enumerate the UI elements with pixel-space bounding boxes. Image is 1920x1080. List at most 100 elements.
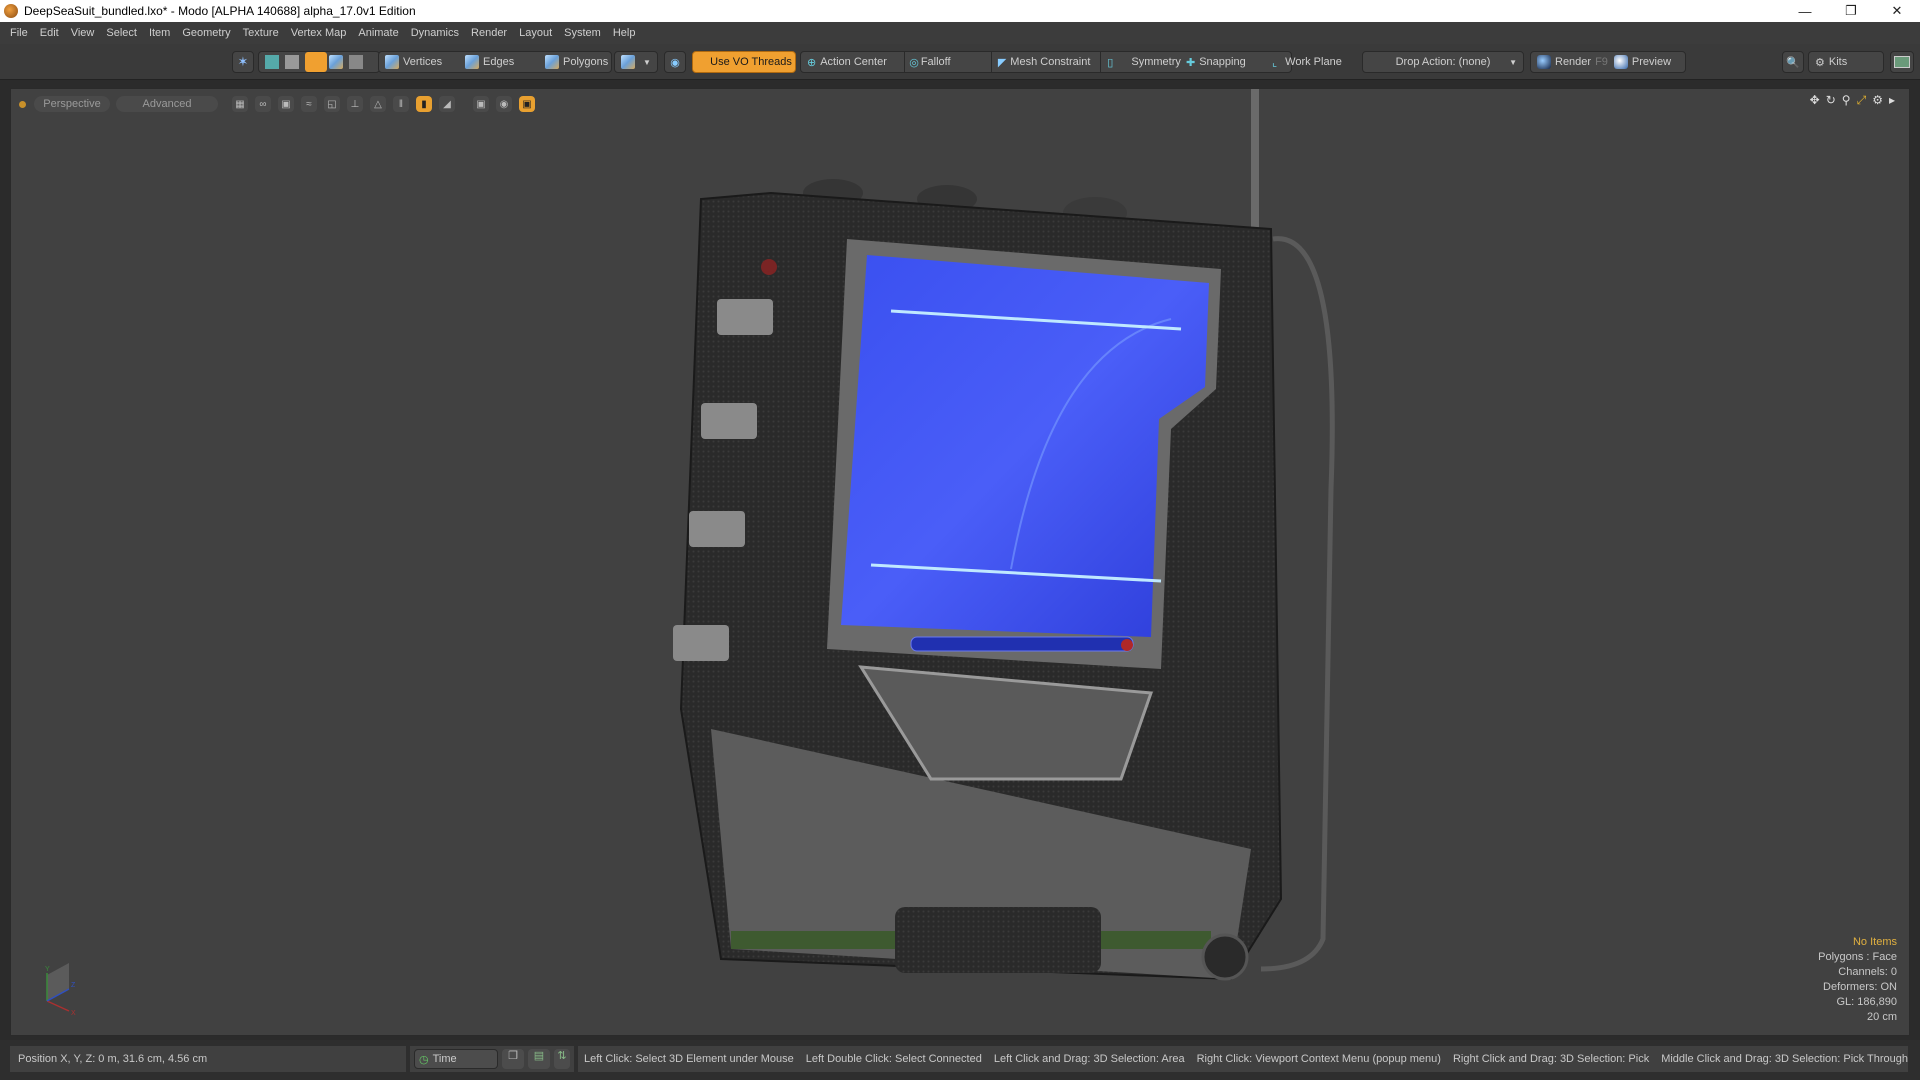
falloff-button[interactable]: Falloff [921, 56, 991, 68]
modo-app-icon [4, 4, 18, 18]
time-label: Time [432, 1053, 457, 1065]
menu-animate[interactable]: Animate [352, 27, 404, 39]
time-button[interactable]: ◷ Time [414, 1049, 498, 1069]
search-tools-button[interactable]: 🔍 [1782, 51, 1804, 73]
close-button[interactable]: ✕ [1874, 0, 1920, 22]
render-sphere-icon [1537, 55, 1551, 69]
auto-select-button[interactable]: ✶ [232, 51, 254, 73]
layout-toggle-button[interactable] [1890, 51, 1914, 73]
preview-button[interactable]: Preview [1632, 56, 1671, 68]
symmetry-icon: ▯ [1107, 56, 1114, 69]
shield-button[interactable]: ◉ [664, 51, 686, 73]
preview-icon [1613, 55, 1628, 69]
layout-panel-icon [1894, 56, 1910, 68]
drop-action-dropdown[interactable]: Drop Action: (none) ▼ [1362, 51, 1524, 73]
panel-toggle-button[interactable]: ▤ [528, 1049, 550, 1069]
hint-left-double-click: Left Double Click: Select Connected [805, 1053, 982, 1065]
edges-button[interactable]: Edges [483, 56, 539, 68]
material-mode-button[interactable]: ▼ [614, 51, 658, 73]
side-clip [689, 511, 745, 547]
action-center-icon: ⊕ [807, 56, 817, 69]
hint-left-click: Left Click: Select 3D Element under Mous… [584, 1053, 794, 1065]
hint-left-drag: Left Click and Drag: 3D Selection: Area [993, 1053, 1185, 1065]
vertices-button[interactable]: Vertices [403, 56, 459, 68]
menu-system[interactable]: System [558, 27, 607, 39]
person-icon: ✶ [237, 54, 249, 69]
menu-texture[interactable]: Texture [237, 27, 285, 39]
side-clip [701, 403, 757, 439]
menu-layout[interactable]: Layout [513, 27, 558, 39]
window-title: DeepSeaSuit_bundled.lxo* - Modo [ALPHA 1… [24, 4, 416, 18]
work-plane-icon: ⌞ [1272, 56, 1278, 69]
hint-middle-drag: Middle Click and Drag: 3D Selection: Pic… [1661, 1053, 1909, 1065]
polygons-icon [545, 55, 559, 69]
kits-label: Kits [1828, 56, 1848, 68]
action-center-button[interactable]: Action Center [820, 56, 904, 68]
grid-size-info: 20 cm [1867, 1011, 1897, 1023]
menu-geometry[interactable]: Geometry [176, 27, 236, 39]
vertices-icon [385, 55, 399, 69]
side-clip [673, 625, 729, 661]
menu-select[interactable]: Select [100, 27, 143, 39]
kits-button[interactable]: ⚙ Kits [1808, 51, 1884, 73]
use-vo-threads-button[interactable]: Use VO Threads [692, 51, 796, 73]
indicator-led [1121, 639, 1133, 651]
channels-info: Channels: 0 [1838, 966, 1897, 978]
selection-mode-group: Vertices Edges Polygons [378, 51, 612, 73]
axis-label-z: Z [71, 982, 76, 989]
menu-bar: File Edit View Select Item Geometry Text… [0, 22, 1920, 44]
dropdown-arrow-icon: ▼ [643, 57, 651, 67]
hint-right-click: Right Click: Viewport Context Menu (popu… [1196, 1053, 1441, 1065]
windows-button[interactable]: ❐ [502, 1049, 524, 1069]
select-cursor-icon[interactable] [265, 55, 279, 69]
snapping-icon: ✚ [1186, 56, 1196, 69]
work-plane-button[interactable]: ⌞ Work Plane [1270, 51, 1360, 73]
symmetry-button[interactable]: Symmetry [1131, 56, 1191, 68]
selection-info: No Items [1852, 936, 1897, 948]
menu-vertex-map[interactable]: Vertex Map [285, 27, 353, 39]
lasso-icon[interactable] [305, 52, 327, 72]
items-icon[interactable] [285, 55, 299, 69]
chevron-down-icon: ▼ [1509, 57, 1517, 67]
title-bar: DeepSeaSuit_bundled.lxo* - Modo [ALPHA 1… [0, 0, 1920, 22]
side-clip [717, 299, 773, 335]
menu-view[interactable]: View [65, 27, 101, 39]
menu-edit[interactable]: Edit [34, 27, 65, 39]
restore-button[interactable]: ❐ [1828, 0, 1874, 22]
menu-item[interactable]: Item [143, 27, 176, 39]
hint-right-drag: Right Click and Drag: 3D Selection: Pick [1452, 1053, 1650, 1065]
status-tools: ◷ Time ❐ ▤ ⇅ [410, 1046, 574, 1072]
render-shortcut: F9 [1595, 56, 1608, 68]
pivot-icon[interactable] [349, 55, 363, 69]
minimize-button[interactable]: — [1782, 0, 1828, 22]
viewport-info-overlay: No Items Polygons : Face Channels: 0 Def… [1818, 935, 1897, 1025]
antenna [1251, 89, 1259, 229]
connector-knob [1201, 933, 1249, 981]
axis-gizmo: Y Z X [45, 963, 76, 1017]
polygons-button[interactable]: Polygons [563, 56, 608, 68]
deformers-info: Deformers: ON [1823, 981, 1897, 993]
indicator-bar [910, 636, 1134, 652]
element-mode-group [258, 51, 380, 73]
red-button [761, 259, 777, 275]
render-button[interactable]: Render [1555, 56, 1591, 68]
mesh-constraint-button[interactable]: Mesh Constraint [1010, 56, 1100, 68]
axis-label-x: X [71, 1010, 76, 1017]
materials-icon[interactable] [329, 55, 343, 69]
menu-help[interactable]: Help [607, 27, 642, 39]
menu-dynamics[interactable]: Dynamics [405, 27, 465, 39]
drop-action-label: Drop Action: (none) [1395, 56, 1491, 68]
3d-viewport[interactable]: Perspective Advanced ▦ ∞ ▣ ≈ ◱ ⊥ △ ‖ ▮ ◢… [10, 88, 1910, 1036]
menu-file[interactable]: File [4, 27, 34, 39]
mouse-hints: Left Click: Select 3D Element under Mous… [578, 1046, 1908, 1072]
menu-render[interactable]: Render [465, 27, 513, 39]
device-model-render [673, 89, 1335, 981]
edges-icon [465, 55, 479, 69]
polygons-info: Polygons : Face [1818, 951, 1897, 963]
snapping-label: Snapping [1199, 56, 1246, 68]
split-toggle-button[interactable]: ⇅ [554, 1049, 570, 1069]
gears-icon: ⚙ [1815, 56, 1825, 69]
material-cube-icon [621, 55, 635, 69]
render-group: Render F9 Preview [1530, 51, 1686, 73]
shield-icon: ◉ [670, 56, 680, 69]
